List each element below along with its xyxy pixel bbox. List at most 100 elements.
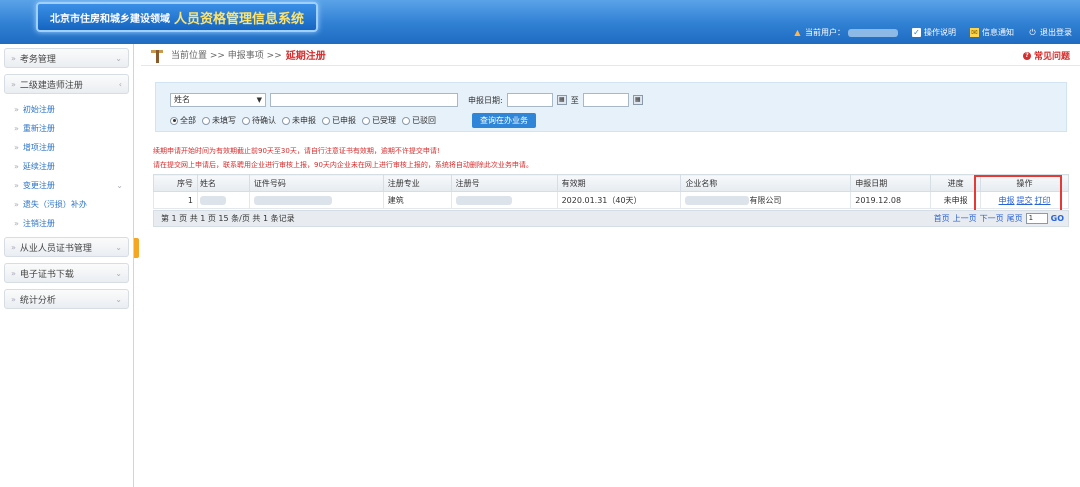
header-toolbar: ▲ 当前用户： ✓ 操作说明 ✉ 信息通知 ⏻ 退出登录: [793, 27, 1072, 38]
radio-label: 已受理: [372, 116, 396, 125]
sidebar-item-change[interactable]: » 变更注册 ⌄: [0, 176, 133, 195]
col-reg-number: 注册号: [450, 174, 558, 192]
sidebar-section-label: 从业人员证书管理: [19, 243, 92, 254]
date-from-input[interactable]: [506, 93, 553, 107]
go-button[interactable]: GO: [1051, 214, 1064, 223]
radio-unfilled[interactable]: 未填写: [202, 115, 236, 126]
notify-link[interactable]: ✉ 信息通知: [970, 27, 1014, 38]
sidebar-item-label: 增项注册: [22, 143, 55, 152]
page-number-input[interactable]: 1: [1025, 213, 1048, 224]
cell-major: 建筑: [382, 191, 452, 209]
notify-label: 信息通知: [982, 28, 1014, 37]
cell-id-masked: [248, 191, 384, 209]
radio-rejected[interactable]: 已驳回: [402, 115, 436, 126]
double-chevron-icon: »: [11, 268, 16, 278]
sidebar-item-lost[interactable]: » 遗失（污损）补办: [0, 195, 133, 214]
pager-prev[interactable]: 上一页: [953, 213, 977, 224]
pager-last[interactable]: 尾页: [1007, 213, 1023, 224]
chevron-down-icon: ⌄: [115, 243, 122, 252]
page-title: 延期注册: [285, 51, 326, 62]
radio-not-submitted[interactable]: 未申报: [282, 115, 316, 126]
records-table: 序号 姓名 证件号码 注册专业 注册号 有效期 企业名称 申报日期 进度 操作 …: [153, 174, 1069, 209]
app-logo: 北京市住房和城乡建设领域 人员资格管理信息系统: [36, 2, 319, 32]
col-validity: 有效期: [556, 174, 682, 192]
sidebar-section-constructor[interactable]: » 二级建造师注册 ‹: [4, 74, 129, 94]
sidebar-section-label: 考务管理: [19, 54, 56, 65]
radio-pending-confirm[interactable]: 待确认: [242, 115, 276, 126]
sidebar-item-label: 初始注册: [22, 105, 55, 114]
sidebar-section-certificates[interactable]: » 从业人员证书管理 ⌄: [4, 237, 129, 257]
radio-dot: [202, 116, 210, 125]
checkbox-icon: ✓: [912, 28, 921, 37]
help-link[interactable]: ✓ 操作说明: [912, 27, 956, 38]
query-button[interactable]: 查询在办业务: [472, 113, 536, 128]
cell-index: 1: [153, 191, 198, 209]
logout-link[interactable]: ⏻ 退出登录: [1028, 27, 1072, 38]
sidebar-section-exam[interactable]: » 考务管理 ⌄: [4, 48, 129, 68]
col-major: 注册专业: [382, 174, 452, 192]
sidebar-collapse-handle[interactable]: [134, 238, 139, 258]
user-name-masked: [848, 28, 898, 37]
sidebar-section-label: 二级建造师注册: [19, 80, 83, 91]
pager-next[interactable]: 下一页: [980, 213, 1004, 224]
sidebar-section-label: 统计分析: [19, 295, 56, 306]
ops-highlight-box: [974, 175, 1062, 213]
radio-all[interactable]: 全部: [170, 115, 196, 126]
date-label: 申报日期:: [468, 95, 503, 105]
notice-line-2: 请在提交网上申请后，联系聘用企业进行审核上报，90天内企业未在网上进行审核上报的…: [153, 161, 533, 169]
current-user-label: 当前用户：: [805, 28, 845, 37]
field-select-value: 姓名: [174, 95, 190, 104]
sidebar-item-initial[interactable]: » 初始注册: [0, 100, 133, 119]
question-icon: ?: [1022, 51, 1031, 60]
sidebar-section-stats[interactable]: » 统计分析 ⌄: [4, 289, 129, 309]
col-company: 企业名称: [680, 174, 852, 192]
radio-dot: [170, 116, 178, 125]
faq-label: 常见问题: [1033, 52, 1070, 62]
cell-date: 2019.12.08: [850, 191, 932, 209]
logo-subtitle: 北京市住房和城乡建设领域: [50, 13, 170, 25]
user-icon: ▲: [794, 28, 801, 37]
logo-title: 人员资格管理信息系统: [174, 10, 305, 26]
col-name: 姓名: [196, 174, 250, 192]
field-select[interactable]: 姓名 ▼: [170, 93, 266, 107]
signpost-icon: [151, 47, 163, 63]
radio-dot: [402, 116, 410, 125]
double-chevron-icon: »: [14, 105, 19, 114]
cell-name-masked: [196, 191, 250, 209]
col-date: 申报日期: [850, 174, 932, 192]
sidebar-section-label: 电子证书下载: [19, 269, 74, 280]
mail-icon: ✉: [970, 28, 979, 37]
table-row: 1 建筑 2020.01.31（40天） 有限公司 2019.12.08 未申报…: [153, 191, 1069, 209]
radio-label: 已申报: [332, 116, 356, 125]
radio-accepted[interactable]: 已受理: [362, 115, 396, 126]
calendar-icon[interactable]: ▦: [556, 95, 567, 105]
pager-summary: 第 1 页 共 1 页 15 条/页 共 1 条记录: [161, 214, 295, 223]
date-to-label: 至: [570, 95, 579, 105]
radio-label: 全部: [180, 116, 196, 125]
notice-line-1: 续期申请开始时间为有效期截止前90天至30天，请自行注意证书有效期，逾期不许提交…: [153, 147, 440, 155]
sidebar-item-label: 重新注册: [22, 124, 55, 133]
company-suffix: 有限公司: [749, 195, 782, 205]
radio-dot: [282, 116, 290, 125]
sidebar-item-label: 变更注册: [22, 181, 55, 190]
calendar-icon[interactable]: ▦: [632, 95, 643, 105]
breadcrumb: 当前位置 >> 申报事项 >> 延期注册 ? 常见问题: [141, 44, 1080, 66]
sidebar-section-ecert[interactable]: » 电子证书下载 ⌄: [4, 263, 129, 283]
col-id-number: 证件号码: [248, 174, 384, 192]
faq-link[interactable]: ? 常见问题: [1022, 49, 1070, 62]
sidebar-item-label: 延续注册: [22, 162, 55, 171]
help-label: 操作说明: [924, 28, 956, 37]
double-chevron-icon: »: [11, 242, 16, 252]
pager: 第 1 页 共 1 页 15 条/页 共 1 条记录 首页 上一页 下一页 尾页…: [153, 210, 1069, 227]
chevron-down-icon: ⌄: [115, 54, 122, 63]
radio-dot: [362, 116, 370, 125]
radio-submitted[interactable]: 已申报: [322, 115, 356, 126]
double-chevron-icon: »: [14, 219, 19, 228]
pager-first[interactable]: 首页: [934, 213, 950, 224]
sidebar-item-cancel[interactable]: » 注销注册: [0, 214, 133, 233]
date-to-input[interactable]: [582, 93, 629, 107]
sidebar-item-reregister[interactable]: » 重新注册: [0, 119, 133, 138]
sidebar-item-renew[interactable]: » 延续注册: [0, 157, 133, 176]
sidebar-item-add[interactable]: » 增项注册: [0, 138, 133, 157]
keyword-input[interactable]: [270, 93, 458, 107]
